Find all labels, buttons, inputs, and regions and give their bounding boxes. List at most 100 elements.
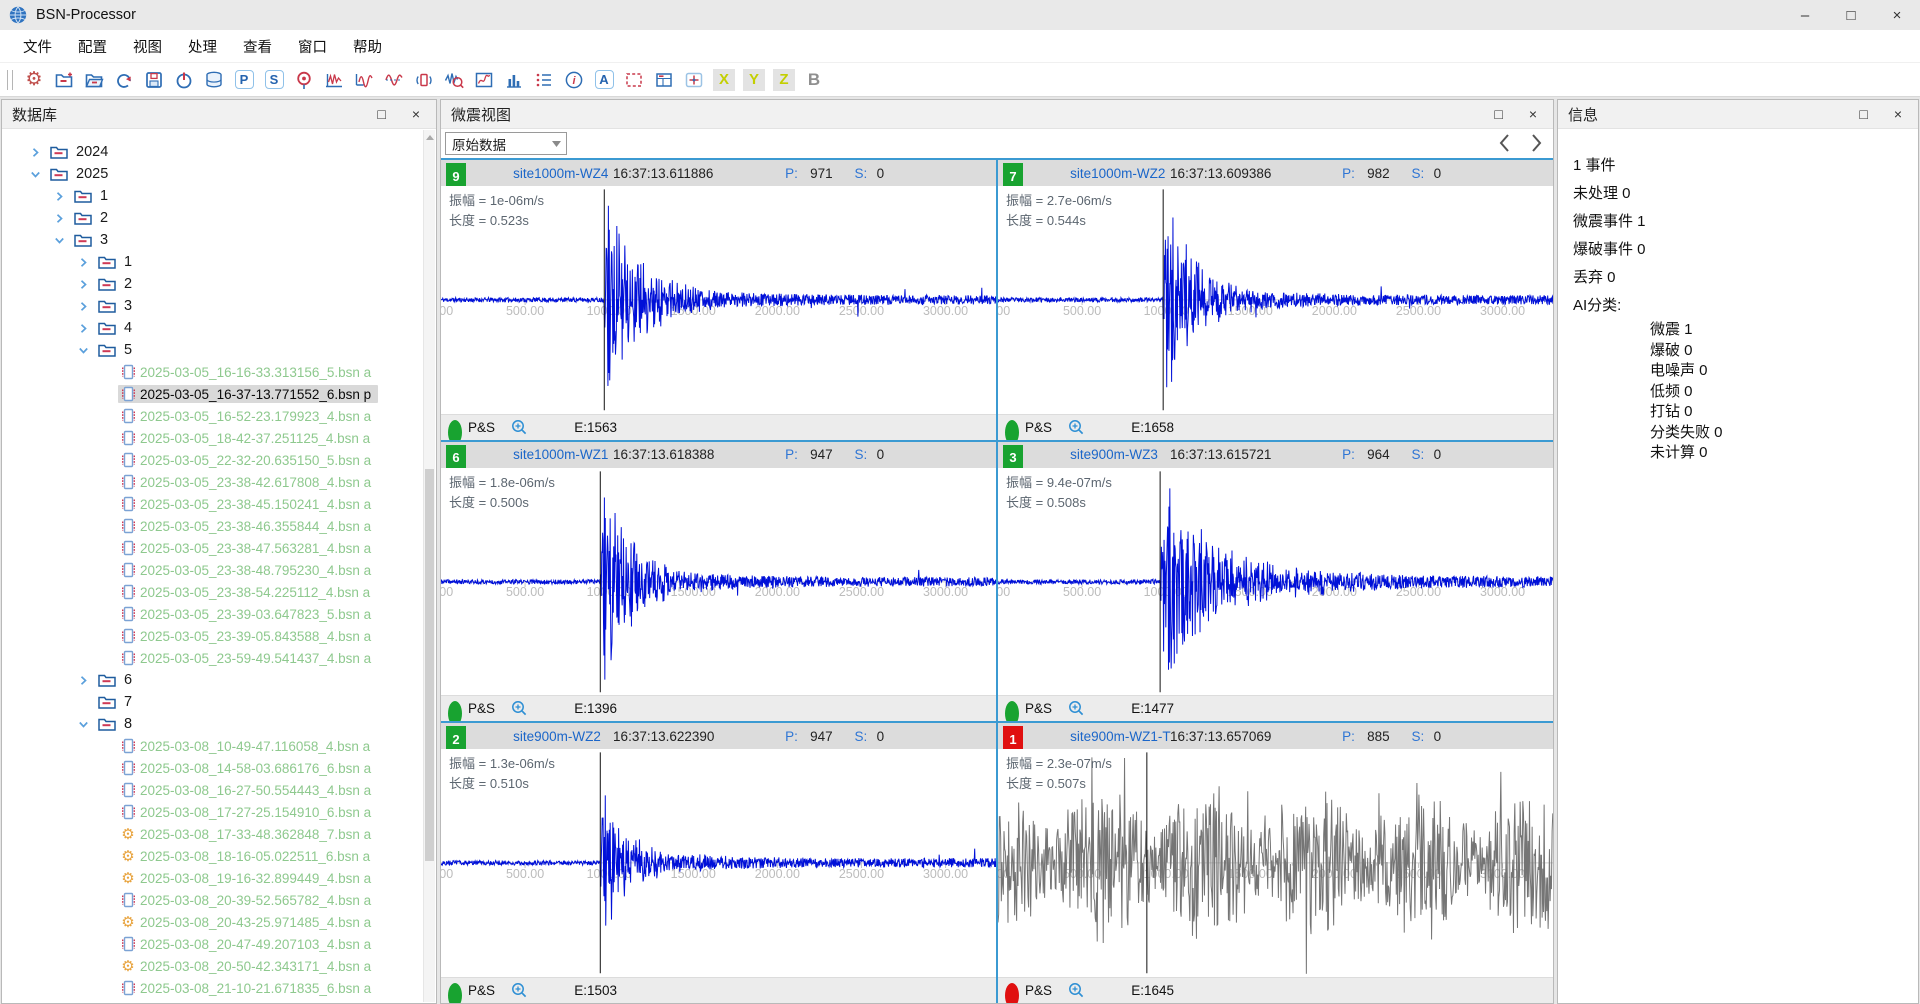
maximize-button[interactable]: □ <box>1828 0 1874 30</box>
next-event-button[interactable] <box>1527 131 1545 155</box>
file-item[interactable]: 2025-03-05_23-38-47.563281_4.bsn a <box>2 537 423 559</box>
zoom-in-icon[interactable] <box>1068 696 1085 721</box>
tree-folder-2024[interactable]: 2024 <box>2 141 423 163</box>
ps-toggle[interactable]: P&S <box>468 696 495 721</box>
file-item[interactable]: 2025-03-05_16-37-13.771552_6.bsn p <box>2 383 423 405</box>
file-item[interactable]: 2025-03-05_23-39-03.647823_5.bsn a <box>2 603 423 625</box>
viewer-close-button[interactable]: × <box>1529 106 1537 122</box>
settings-gear-icon[interactable]: ⚙ <box>20 66 48 93</box>
file-item[interactable]: ⚙2025-03-08_17-33-48.362848_7.bsn a <box>2 823 423 845</box>
menu-item-window[interactable]: 窗口 <box>285 36 340 57</box>
info-close-button[interactable]: × <box>1894 106 1902 122</box>
tree-folder-1[interactable]: 1 <box>2 185 423 207</box>
waveform-plot[interactable]: 0.00500.001000.001500.002000.002500.0030… <box>441 468 996 696</box>
tree-expander-icon[interactable] <box>54 190 71 202</box>
page-layout-icon[interactable] <box>650 66 678 93</box>
file-item[interactable]: 2025-03-05_23-38-48.795230_4.bsn a <box>2 559 423 581</box>
ps-toggle[interactable]: P&S <box>1025 978 1052 1003</box>
file-item[interactable]: ⚙2025-03-08_20-43-25.971485_4.bsn a <box>2 911 423 933</box>
waveform-plot[interactable]: 0.00500.001000.001500.002000.002500.0030… <box>998 186 1553 414</box>
power-icon[interactable] <box>170 66 198 93</box>
zoom-in-icon[interactable] <box>511 978 528 1003</box>
file-item[interactable]: 2025-03-05_16-52-23.179923_4.bsn a <box>2 405 423 427</box>
file-item[interactable]: 2025-03-08_16-27-50.554443_4.bsn a <box>2 779 423 801</box>
bold-b-button[interactable]: B <box>800 66 828 93</box>
info-icon[interactable]: i <box>560 66 588 93</box>
file-item[interactable]: 2025-03-05_23-39-05.843588_4.bsn a <box>2 625 423 647</box>
zoom-in-icon[interactable] <box>1068 978 1085 1003</box>
ps-toggle[interactable]: P&S <box>1025 415 1052 440</box>
database-scrollbar[interactable] <box>423 130 435 1002</box>
toolbar-grip-icon[interactable] <box>7 70 13 90</box>
file-item[interactable]: ⚙2025-03-08_19-16-32.899449_4.bsn a <box>2 867 423 889</box>
close-button[interactable]: × <box>1874 0 1920 30</box>
p-phase-button[interactable]: P <box>230 66 258 93</box>
redo-icon[interactable] <box>110 66 138 93</box>
menu-item-file[interactable]: 文件 <box>10 36 65 57</box>
tree-folder-1[interactable]: 1 <box>2 251 423 273</box>
tree-expander-icon[interactable] <box>78 344 95 356</box>
zoom-in-icon[interactable] <box>511 696 528 721</box>
tree-expander-icon[interactable] <box>78 300 95 312</box>
station-name[interactable]: site1000m-WZ1 <box>513 442 608 468</box>
zoom-in-icon[interactable] <box>1068 415 1085 440</box>
file-item[interactable]: 2025-03-08_14-58-03.686176_6.bsn a <box>2 757 423 779</box>
menu-item-view[interactable]: 视图 <box>120 36 175 57</box>
x-axis-button[interactable]: X <box>710 66 738 93</box>
file-item[interactable]: 2025-03-05_23-38-42.617808_4.bsn a <box>2 471 423 493</box>
waveform-search-icon[interactable] <box>440 66 468 93</box>
database-float-button[interactable]: □ <box>377 106 385 122</box>
tree-expander-icon[interactable] <box>54 212 71 224</box>
info-float-button[interactable]: □ <box>1859 106 1867 122</box>
database-close-button[interactable]: × <box>412 106 420 122</box>
tree-expander-icon[interactable] <box>78 718 95 730</box>
file-item[interactable]: 2025-03-05_18-42-37.251125_4.bsn a <box>2 427 423 449</box>
tree-expander-icon[interactable] <box>30 168 47 180</box>
file-item[interactable]: 2025-03-08_20-39-52.565782_4.bsn a <box>2 889 423 911</box>
s-phase-button[interactable]: S <box>260 66 288 93</box>
file-item[interactable]: 2025-03-05_23-38-45.150241_4.bsn a <box>2 493 423 515</box>
tree-folder-2025[interactable]: 2025 <box>2 163 423 185</box>
waveform-red-icon[interactable] <box>380 66 408 93</box>
tree-expander-icon[interactable] <box>78 674 95 686</box>
waveform-plot[interactable]: 0.00500.001000.001500.002000.002500.0030… <box>998 468 1553 696</box>
tree-folder-2[interactable]: 2 <box>2 207 423 229</box>
text-a-button[interactable]: A <box>590 66 618 93</box>
histogram-icon[interactable] <box>500 66 528 93</box>
ps-toggle[interactable]: P&S <box>1025 696 1052 721</box>
tree-expander-icon[interactable] <box>30 146 47 158</box>
tree-expander-icon[interactable] <box>78 322 95 334</box>
file-item[interactable]: 2025-03-08_21-10-21.671835_6.bsn a <box>2 977 423 999</box>
station-name[interactable]: site1000m-WZ4 <box>513 160 608 186</box>
station-name[interactable]: site900m-WZ2 <box>513 723 601 749</box>
location-icon[interactable] <box>290 66 318 93</box>
menu-item-process[interactable]: 处理 <box>175 36 230 57</box>
file-item[interactable]: 2025-03-05_23-38-46.355844_4.bsn a <box>2 515 423 537</box>
tree-folder-3[interactable]: 3 <box>2 229 423 251</box>
menu-item-help[interactable]: 帮助 <box>340 36 395 57</box>
new-folder-icon[interactable] <box>50 66 78 93</box>
file-item[interactable]: 2025-03-05_16-16-33.313156_5.bsn a <box>2 361 423 383</box>
waveform-edit-icon[interactable] <box>350 66 378 93</box>
file-item[interactable]: 2025-03-08_20-47-49.207103_4.bsn a <box>2 933 423 955</box>
vibration-icon[interactable] <box>410 66 438 93</box>
data-mode-select[interactable]: 原始数据 <box>445 132 567 155</box>
save-icon[interactable] <box>140 66 168 93</box>
tree-folder-6[interactable]: 6 <box>2 669 423 691</box>
menu-item-inspect[interactable]: 查看 <box>230 36 285 57</box>
scroll-up-icon[interactable] <box>424 130 435 144</box>
tree-expander-icon[interactable] <box>54 234 71 246</box>
tree-folder-7[interactable]: 7 <box>2 691 423 713</box>
crosshair-icon[interactable] <box>680 66 708 93</box>
database-icon[interactable] <box>200 66 228 93</box>
tree-expander-icon[interactable] <box>78 256 95 268</box>
ps-toggle[interactable]: P&S <box>468 978 495 1003</box>
file-item[interactable]: 2025-03-05_23-59-49.541437_4.bsn a <box>2 647 423 669</box>
chart-icon[interactable] <box>470 66 498 93</box>
tree-folder-4[interactable]: 4 <box>2 317 423 339</box>
list-icon[interactable] <box>530 66 558 93</box>
station-name[interactable]: site900m-WZ1-T <box>1070 723 1171 749</box>
prev-event-button[interactable] <box>1495 131 1513 155</box>
minimize-button[interactable]: – <box>1782 0 1828 30</box>
select-region-icon[interactable] <box>620 66 648 93</box>
